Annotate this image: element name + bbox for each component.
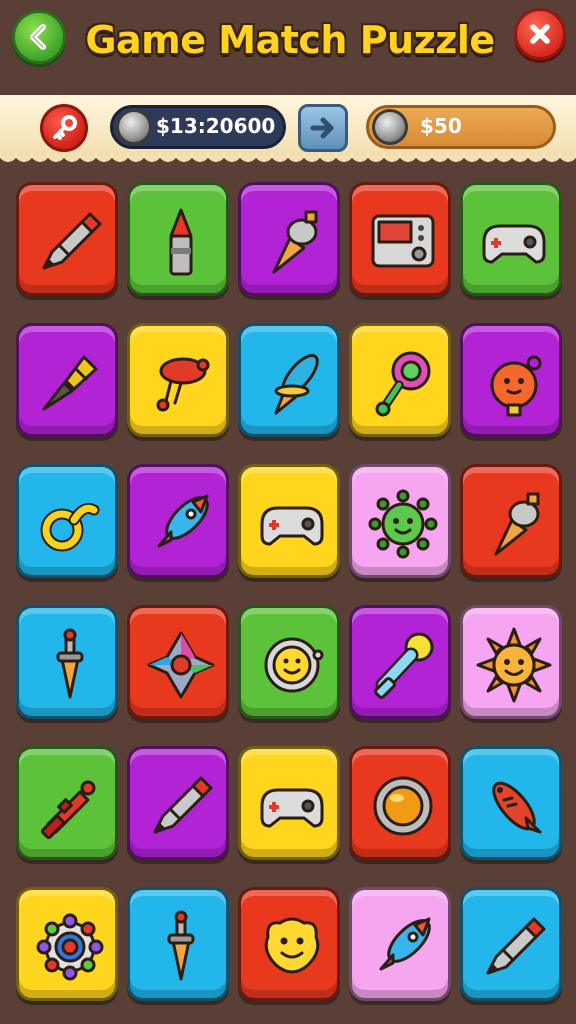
game-tile[interactable] (349, 746, 451, 860)
game-tile[interactable] (127, 323, 229, 437)
game-tile[interactable] (460, 746, 562, 860)
key-icon (53, 115, 77, 140)
cone-icon (494, 492, 540, 556)
coin-balance: $13:20600 (156, 114, 276, 138)
sun-face-icon (476, 627, 552, 703)
status-bar-scalloped-edge (0, 150, 576, 162)
game-tile[interactable] (460, 605, 562, 719)
porthole-icon (373, 776, 433, 836)
game-tile[interactable] (127, 605, 229, 719)
gamepad-icon (260, 506, 324, 546)
game-tile[interactable] (127, 746, 229, 860)
game-tile[interactable] (16, 746, 118, 860)
rocket-icon (157, 494, 209, 548)
game-tile[interactable] (349, 182, 451, 296)
game-tile[interactable] (349, 323, 451, 437)
ornament-face-icon (490, 355, 542, 417)
spinner-icon (147, 631, 215, 699)
dagger-icon (56, 628, 84, 699)
cash-balance: $50 (420, 114, 462, 138)
game-tile[interactable] (238, 605, 340, 719)
cone-icon (272, 210, 318, 274)
game-tile[interactable] (238, 182, 340, 296)
game-tile[interactable] (127, 887, 229, 1001)
fire-hydrant-icon (41, 780, 96, 839)
game-tile[interactable] (349, 887, 451, 1001)
wrench-ring-icon (40, 502, 100, 552)
rocket-fish-icon (492, 781, 542, 834)
radio-icon (371, 214, 435, 268)
transfer-button[interactable] (298, 104, 348, 152)
rocket-icon (379, 917, 431, 971)
game-tile[interactable] (460, 323, 562, 437)
game-tile[interactable] (460, 182, 562, 296)
virus-face-icon (368, 489, 438, 559)
screwdriver-icon (42, 355, 98, 411)
bubble-wand-icon (374, 632, 434, 699)
dagger-icon (167, 910, 195, 981)
game-tile[interactable] (238, 746, 340, 860)
page-title: Game Match Puzzle (85, 18, 495, 62)
rattle-icon (375, 351, 431, 417)
game-tile[interactable] (16, 182, 118, 296)
game-tile[interactable] (16, 464, 118, 578)
game-tile[interactable] (238, 323, 340, 437)
balloon-dog-icon (156, 357, 210, 412)
crayon-icon (169, 208, 193, 276)
coin-icon (372, 109, 408, 145)
coin-icon (116, 109, 152, 145)
game-tile[interactable] (349, 464, 451, 578)
gamepad-icon (260, 788, 324, 828)
game-tile[interactable] (16, 323, 118, 437)
game-tile[interactable] (16, 887, 118, 1001)
back-button[interactable] (12, 10, 66, 64)
pencil-icon (42, 212, 102, 270)
rocket-cone-icon (274, 354, 319, 415)
pencil-icon (486, 917, 546, 975)
game-tile[interactable] (127, 182, 229, 296)
pencil-icon (153, 776, 213, 834)
game-tile[interactable] (16, 605, 118, 719)
game-tile[interactable] (460, 887, 562, 1001)
close-icon (530, 24, 550, 44)
spiky-gem-icon (36, 913, 104, 981)
smiley-badge-icon (264, 637, 324, 693)
chevron-left-icon (30, 24, 46, 50)
close-button[interactable] (514, 8, 566, 60)
game-tile[interactable] (238, 887, 340, 1001)
game-tile[interactable] (127, 464, 229, 578)
game-tile[interactable] (238, 464, 340, 578)
smiley-blob-icon (264, 917, 320, 974)
game-tile[interactable] (460, 464, 562, 578)
game-tile[interactable] (349, 605, 451, 719)
gamepad-icon (482, 224, 546, 264)
key-button[interactable] (40, 104, 88, 152)
header-bar: Game Match Puzzle (0, 0, 576, 92)
arrow-right-icon (310, 117, 334, 139)
